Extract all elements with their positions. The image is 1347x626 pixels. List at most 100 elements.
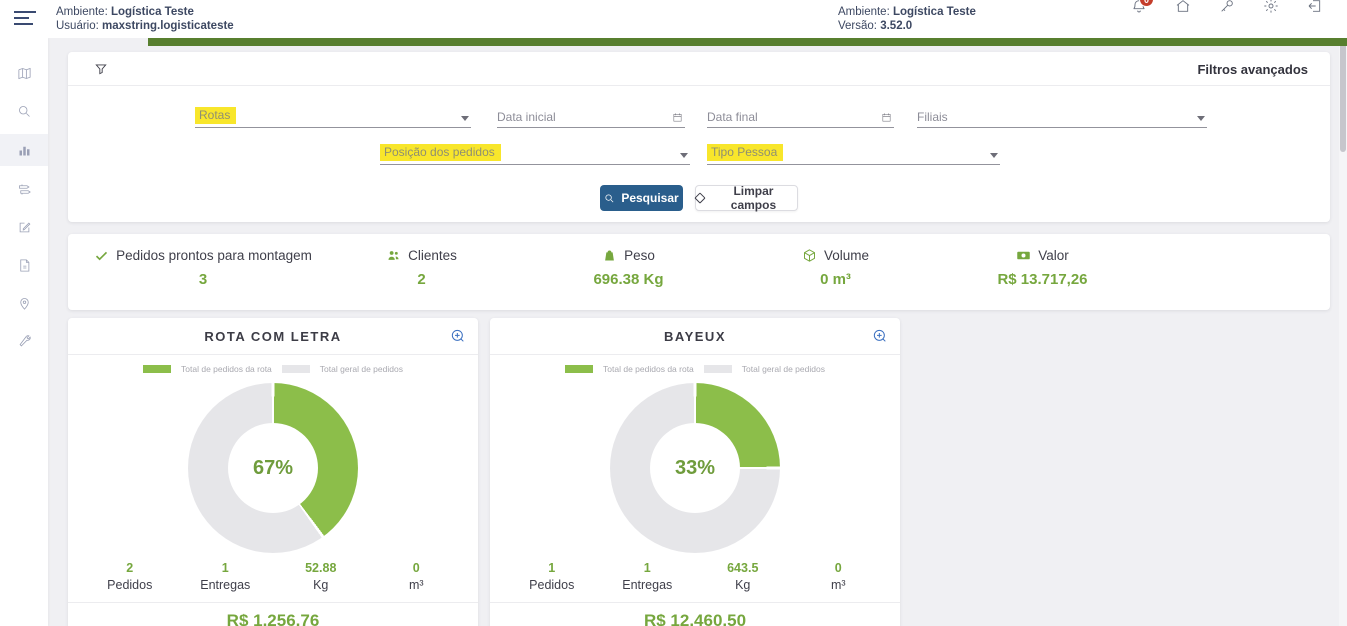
menu-icon[interactable] [14, 11, 36, 27]
summary-value: 3 [88, 271, 318, 288]
search-icon[interactable] [0, 96, 48, 126]
posicao-pedidos-label: Posição dos pedidos [380, 144, 501, 161]
legend-label-geral: Total geral de pedidos [320, 364, 403, 374]
stat-pedidos: 1 Pedidos [504, 561, 600, 592]
stat-kg: 52.88 Kg [273, 561, 369, 592]
stat-label: m³ [369, 578, 465, 592]
stat-m3: 0 m³ [791, 561, 887, 592]
logout-icon[interactable] [1307, 0, 1325, 16]
stat-value: 2 [82, 561, 178, 575]
ambiente-value-2: Logística Teste [893, 6, 976, 18]
people-icon [386, 248, 401, 263]
chart-legend: Total de pedidos da rota Total geral de … [490, 364, 900, 374]
donut-percent: 33% [675, 457, 715, 480]
limpar-label: Limpar campos [710, 184, 797, 212]
routes-icon[interactable] [0, 174, 48, 204]
zoom-in-icon[interactable] [450, 328, 466, 344]
chevron-down-icon [461, 116, 469, 121]
bar-chart-icon[interactable] [0, 134, 48, 166]
chart-legend: Total de pedidos da rota Total geral de … [68, 364, 478, 374]
summary-value: 0 m³ [732, 271, 939, 288]
usuario-label: Usuário: [56, 20, 99, 32]
document-icon[interactable] [0, 250, 48, 280]
edit-icon[interactable] [0, 212, 48, 242]
stat-value: 0 [791, 561, 887, 575]
legend-label-rota: Total de pedidos da rota [603, 364, 694, 374]
environment-info-left: Ambiente: Logística Teste Usuário: maxst… [56, 5, 234, 33]
posicao-pedidos-select[interactable]: Posição dos pedidos [380, 143, 690, 165]
legend-label-rota: Total de pedidos da rota [181, 364, 272, 374]
filiais-label: Filiais [917, 110, 948, 124]
rotas-label: Rotas [195, 107, 236, 124]
summary-value: 696.38 Kg [525, 271, 732, 288]
funnel-icon[interactable] [94, 62, 108, 76]
chart-stats: 2 Pedidos 1 Entregas 52.88 Kg 0 m³ [68, 561, 478, 592]
ambiente-label-2: Ambiente: [838, 6, 890, 18]
stat-value: 1 [178, 561, 274, 575]
chart-title: ROTA COM LETRA [204, 329, 341, 344]
data-inicial-input[interactable]: Data inicial [497, 106, 685, 128]
filiais-select[interactable]: Filiais [917, 106, 1207, 128]
chevron-down-icon [990, 153, 998, 158]
zoom-in-icon[interactable] [872, 328, 888, 344]
stat-pedidos: 2 Pedidos [82, 561, 178, 592]
pesquisar-button[interactable]: Pesquisar [600, 185, 683, 211]
legend-swatch-geral [704, 365, 732, 373]
pin-icon[interactable] [0, 288, 48, 318]
stat-label: m³ [791, 578, 887, 592]
donut-percent: 67% [253, 457, 293, 480]
stat-value: 1 [504, 561, 600, 575]
stat-label: Pedidos [82, 578, 178, 592]
stat-entregas: 1 Entregas [178, 561, 274, 592]
scrollbar-thumb[interactable] [1340, 42, 1346, 152]
limpar-campos-button[interactable]: Limpar campos [695, 185, 798, 211]
ambiente-label: Ambiente: [56, 6, 108, 18]
search-icon [604, 193, 615, 204]
filters-title: Filtros avançados [1197, 62, 1308, 77]
usuario-value: maxstring.logisticateste [102, 20, 234, 32]
key-icon[interactable] [1219, 0, 1237, 16]
summary-pedidos: Pedidos prontos para montagem 3 [88, 248, 318, 310]
stat-value: 1 [600, 561, 696, 575]
summary-label: Clientes [408, 248, 457, 263]
vertical-scrollbar[interactable] [1339, 38, 1347, 626]
summary-label: Peso [624, 248, 655, 263]
bell-icon[interactable]: 0 [1131, 0, 1149, 16]
gear-icon[interactable] [1263, 0, 1281, 16]
stat-entregas: 1 Entregas [600, 561, 696, 592]
stat-value: 0 [369, 561, 465, 575]
tools-icon[interactable] [0, 326, 48, 356]
filter-panel: Filtros avançados Rotas Data inicial Dat… [68, 52, 1330, 222]
data-inicial-label: Data inicial [497, 110, 556, 124]
summary-volume: Volume 0 m³ [732, 248, 939, 310]
stat-kg: 643.5 Kg [695, 561, 791, 592]
chevron-down-icon [680, 153, 688, 158]
chevron-down-icon [1197, 116, 1205, 121]
stat-label: Kg [695, 578, 791, 592]
accent-bar [148, 38, 1347, 46]
data-final-input[interactable]: Data final [707, 106, 894, 128]
top-header: Ambiente: Logística Teste Usuário: maxst… [0, 0, 1347, 38]
tipo-pessoa-label: Tipo Pessoa [707, 144, 783, 161]
money-icon [1016, 248, 1031, 263]
ambiente-value: Logística Teste [111, 6, 194, 18]
home-icon[interactable] [1175, 0, 1193, 16]
summary-value: R$ 13.717,26 [939, 271, 1146, 288]
legend-swatch-geral [282, 365, 310, 373]
stat-label: Entregas [178, 578, 274, 592]
map-icon[interactable] [0, 58, 48, 88]
summary-peso: Peso 696.38 Kg [525, 248, 732, 310]
summary-label: Volume [824, 248, 869, 263]
chart-stats: 1 Pedidos 1 Entregas 643.5 Kg 0 m³ [490, 561, 900, 592]
data-final-label: Data final [707, 110, 758, 124]
stat-value: 643.5 [695, 561, 791, 575]
environment-info-center: Ambiente: Logística Teste Versão: 3.52.0 [838, 5, 976, 33]
legend-label-geral: Total geral de pedidos [742, 364, 825, 374]
rotas-select[interactable]: Rotas [195, 106, 471, 128]
pesquisar-label: Pesquisar [621, 191, 678, 205]
legend-swatch-rota [565, 365, 593, 373]
route-chart-card: BAYEUX Total de pedidos da rota Total ge… [490, 318, 900, 626]
tipo-pessoa-select[interactable]: Tipo Pessoa [707, 143, 1000, 165]
summary-clientes: Clientes 2 [318, 248, 525, 310]
summary-panel: Pedidos prontos para montagem 3 Clientes… [68, 234, 1330, 310]
